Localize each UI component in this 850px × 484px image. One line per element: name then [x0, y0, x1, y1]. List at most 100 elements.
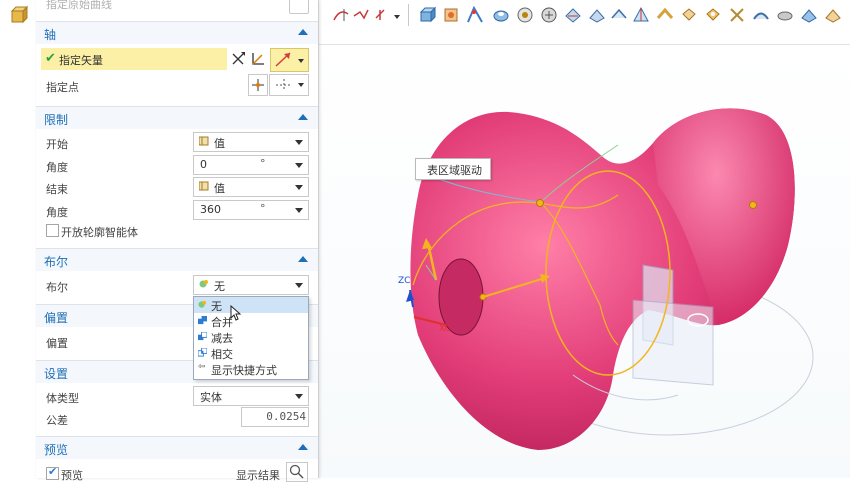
graphics-viewport[interactable]: ZC XC	[318, 45, 850, 478]
value-icon	[199, 181, 209, 191]
none-boolean-icon	[198, 300, 207, 308]
preview-checkbox[interactable]: ✔	[46, 465, 59, 480]
preview-section-title: 预览	[44, 443, 69, 457]
option-label: 减去	[211, 332, 233, 345]
triad-z-label: ZC	[398, 276, 410, 286]
unite-icon	[198, 316, 207, 325]
end-angle-field[interactable]: 360 °	[193, 200, 309, 220]
toolbar-blend-icon[interactable]	[516, 6, 534, 24]
toolbar-surface-icon[interactable]	[752, 6, 770, 24]
body-type-label: 体类型	[46, 392, 79, 405]
subtract-icon	[198, 332, 207, 341]
boolean-option-unite[interactable]: 合并	[194, 313, 308, 329]
chevron-down-icon[interactable]	[295, 185, 303, 190]
boolean-section-title: 布尔	[44, 255, 69, 269]
end-type-select[interactable]: 值	[193, 177, 309, 197]
offset-label: 偏置	[46, 337, 68, 350]
toolbar-split-icon[interactable]	[632, 6, 650, 24]
boolean-option-intersect[interactable]: 相交	[194, 345, 308, 361]
preview-label: 预览	[61, 469, 83, 482]
boolean-option-subtract[interactable]: 减去	[194, 329, 308, 345]
toolbar-sweep-icon[interactable]	[466, 5, 484, 24]
end-angle-value: 360	[200, 203, 221, 216]
toolbar-extend-icon[interactable]	[776, 6, 794, 24]
triad-x-label: XC	[439, 324, 451, 334]
start-angle-value: 0	[200, 158, 207, 171]
chevron-down-icon[interactable]	[295, 283, 303, 288]
collapse-icon[interactable]	[298, 29, 308, 35]
toolbar-revolve-icon[interactable]	[442, 6, 460, 24]
toolbar-sketch-curve-icon[interactable]	[352, 6, 370, 24]
preview-section-header[interactable]: 预览	[36, 436, 318, 459]
resource-cube-icon[interactable]	[10, 5, 29, 24]
curve-selection-row[interactable]: 指定原始曲线	[36, 0, 318, 18]
toolbar-chamfer-icon[interactable]	[564, 6, 582, 24]
limits-section-header[interactable]: 限制	[36, 106, 318, 129]
start-type-value: 值	[214, 137, 225, 150]
toolbar-curve-icon[interactable]	[332, 6, 350, 24]
toolbar-extrude-icon[interactable]	[418, 6, 437, 24]
boolean-option-none[interactable]: 无	[194, 297, 308, 313]
intersect-icon	[198, 348, 207, 357]
specify-point-label: 指定点	[46, 81, 79, 94]
degree-unit: °	[260, 202, 266, 215]
boolean-value: 无	[214, 280, 225, 293]
toolbar-patch-icon[interactable]	[704, 6, 722, 24]
collapse-icon[interactable]	[298, 256, 308, 262]
boolean-dropdown-list: 无 合并 减去 相交 ⇦ 显示快捷方式	[193, 296, 309, 380]
vector-dialog-icon[interactable]	[249, 49, 267, 69]
boolean-section-header[interactable]: 布尔	[36, 248, 318, 271]
chevron-down-icon[interactable]	[295, 208, 303, 213]
toolbar-thicken-icon[interactable]	[656, 6, 674, 24]
body-type-select[interactable]: 实体	[193, 386, 309, 406]
show-result-label: 显示结果	[236, 469, 280, 482]
start-angle-label: 角度	[46, 161, 68, 174]
toolbar-trim-icon[interactable]	[610, 6, 628, 24]
specify-vector-row[interactable]: ✔ 指定矢量	[41, 48, 227, 70]
toolbar-shell-icon[interactable]	[540, 6, 558, 24]
toolbar-point-icon[interactable]	[374, 6, 400, 24]
open-profile-label: 开放轮廓智能体	[61, 226, 138, 239]
open-profile-checkbox[interactable]	[46, 224, 59, 237]
start-type-select[interactable]: 值	[193, 132, 309, 152]
boolean-label: 布尔	[46, 281, 68, 294]
boolean-option-show-shortcuts[interactable]: ⇦ 显示快捷方式	[194, 361, 308, 377]
revolve-dialog: 指定原始曲线 轴 ✔ 指定矢量 指定点 限制 开始 值 角度 0 ° 结束 值 …	[36, 0, 319, 482]
toolbar-offset-icon[interactable]	[800, 6, 818, 24]
tolerance-input[interactable]: 0.0254	[241, 407, 309, 427]
option-label: 相交	[211, 348, 233, 361]
toolbar-scale-icon[interactable]	[824, 6, 842, 24]
resource-bar	[0, 0, 36, 478]
value-icon	[199, 136, 209, 146]
chevron-down-icon[interactable]	[295, 163, 303, 168]
settings-section-title: 设置	[44, 367, 69, 381]
toolbar-sew-icon[interactable]	[680, 6, 698, 24]
collapse-icon[interactable]	[298, 114, 308, 120]
vector-type-dropdown[interactable]	[270, 48, 309, 72]
end-label: 结束	[46, 183, 68, 196]
start-angle-field[interactable]: 0 °	[193, 155, 309, 175]
tolerance-value: 0.0254	[266, 410, 306, 423]
point-type-dropdown[interactable]	[269, 74, 309, 96]
toolbar-draft-icon[interactable]	[588, 6, 606, 24]
start-label: 开始	[46, 138, 68, 151]
mouse-cursor-icon	[230, 304, 242, 321]
collapse-icon[interactable]	[298, 444, 308, 450]
drive-tooltip: 表区域驱动	[415, 158, 491, 180]
end-angle-label: 角度	[46, 206, 68, 219]
boolean-select[interactable]: 无	[193, 275, 309, 295]
point-dialog-icon[interactable]	[248, 74, 268, 96]
tooltip-text: 表区域驱动	[427, 164, 482, 177]
toolbar-tools-icon[interactable]	[728, 6, 746, 24]
show-result-button[interactable]	[286, 462, 308, 482]
toolbar-tube-icon[interactable]	[492, 6, 510, 24]
limits-section-title: 限制	[44, 113, 69, 127]
check-icon: ✔	[45, 51, 56, 66]
select-curve-button[interactable]	[289, 0, 309, 14]
chevron-down-icon[interactable]	[295, 394, 303, 399]
reverse-direction-icon[interactable]	[229, 49, 247, 69]
end-type-value: 值	[214, 182, 225, 195]
axis-section-header[interactable]: 轴	[36, 21, 318, 44]
chevron-down-icon[interactable]	[295, 140, 303, 145]
check-icon: ✔	[48, 465, 58, 478]
